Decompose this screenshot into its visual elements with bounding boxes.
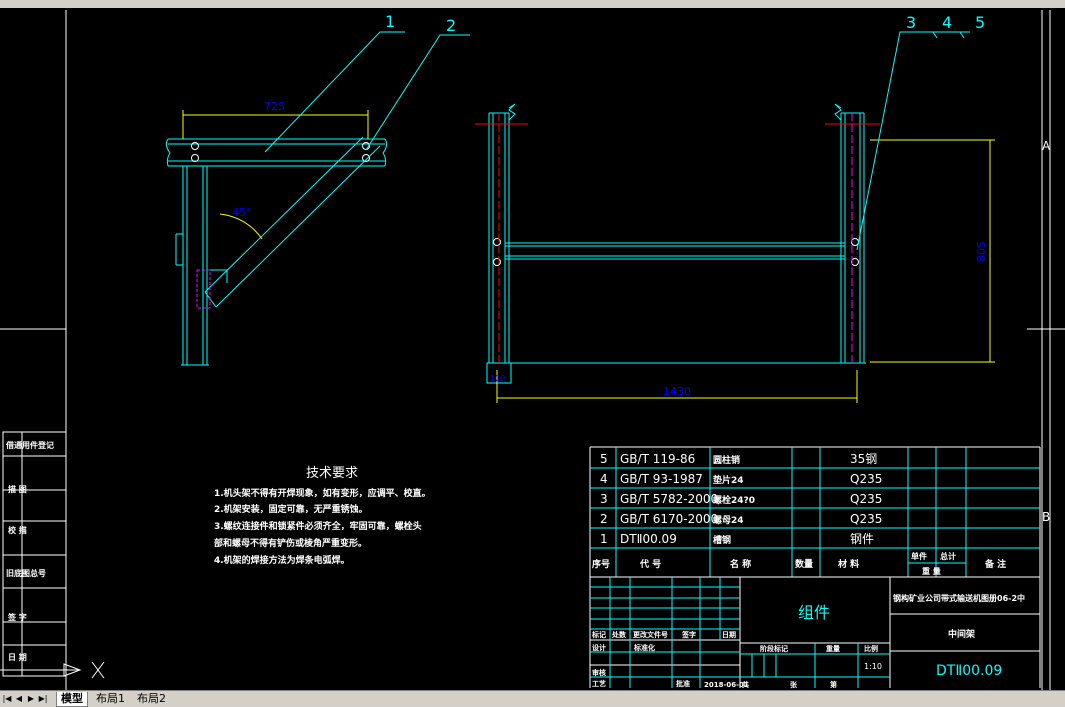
dim-angle: 45° [232, 206, 252, 219]
tb-stage: 阶段标记 [760, 644, 788, 653]
front-view [486, 103, 866, 384]
drawing-border [0, 10, 1065, 690]
balloon-5: 5 [975, 13, 985, 32]
tb-datelbl: 日期 [722, 630, 736, 639]
tech-line-4: 部和螺母不得有铲伤或棱角严重变形。 [214, 537, 367, 549]
bom-cell-material: Q235 [850, 512, 882, 526]
balloon-2: 2 [446, 16, 456, 35]
bom-cell-code: GB/T 119-86 [620, 452, 695, 466]
next-tab-icon[interactable]: ▶ [26, 693, 36, 704]
tech-line-3: 3.螺纹连接件和锁紧件必须齐全，牢固可靠，螺栓头 [214, 520, 422, 532]
bom-cell-name: 螺栓24?0 [713, 494, 755, 506]
tb-company: 钢构矿业公司带式输送机图册06-2中 [893, 593, 1025, 603]
first-tab-icon[interactable]: |◀ [2, 693, 12, 704]
bom-cell-name: 螺母24 [713, 514, 744, 526]
prev-tab-icon[interactable]: ◀ [14, 693, 24, 704]
bom-cell-no: 2 [600, 512, 608, 526]
bom-rows: 5 GB/T 119-86 圆柱销 35钢 4 GB/T 93-1987 垫片24 Q235 3… [600, 452, 882, 546]
bom-h-unit: 单件 [911, 551, 927, 561]
bom-h-remark: 备 注 [984, 558, 1006, 570]
bom-h-total: 总计 [940, 551, 956, 561]
balloon-1: 1 [385, 12, 395, 31]
window-top-strip [0, 0, 1065, 8]
bom-h-name: 名 称 [730, 558, 751, 570]
side-dimension-725 [182, 110, 369, 240]
bom-cell-no: 3 [600, 492, 608, 506]
tb-scalelbl: 比例 [864, 644, 878, 653]
dim-805: 805 [975, 241, 988, 262]
left-info-strip [2, 431, 67, 677]
bom-cell-material: 钢件 [850, 532, 874, 546]
strip-label-5: 签 字 [7, 612, 27, 622]
balloon-3: 3 [906, 13, 916, 32]
tb-craft: 工艺 [592, 679, 606, 688]
bom-h-qty: 数量 [795, 558, 813, 570]
bom-h-code: 代 号 [639, 558, 661, 570]
tb-std: 标准化 [633, 643, 655, 652]
tb-code: DTⅡ00.09 [936, 663, 1002, 679]
tech-line-1: 1.机头架不得有开焊现象，如有变形，应调平、校直。 [214, 487, 431, 499]
tab-layout1[interactable]: 布局1 [92, 692, 129, 706]
bom-cell-code: GB/T 5782-2000 [620, 492, 718, 506]
dim-100: 100 [490, 374, 505, 383]
bom-cell-code: DTⅡ00.09 [620, 532, 677, 546]
tb-group: 中间架 [948, 628, 975, 640]
tb-approve: 批准 [676, 679, 690, 688]
tb-count: 处数 [611, 630, 627, 639]
bom-cell-name: 垫片24 [713, 474, 744, 486]
bom-cell-name: 槽钢 [713, 534, 731, 546]
tb-drawing-name: 组件 [798, 603, 830, 622]
strip-label-2: 描 图 [8, 484, 27, 494]
strip-label-1: 借通用件登记 [5, 440, 54, 450]
tb-scale-value: 1:10 [864, 662, 882, 671]
bom-cell-code: GB/T 6170-2000 [620, 512, 718, 526]
balloon-leaders-3-4-5 [856, 31, 970, 251]
bom-cell-code: GB/T 93-1987 [620, 472, 703, 486]
tab-layout2[interactable]: 布局2 [133, 692, 170, 706]
bom-h-no: 序号 [592, 558, 610, 570]
bom-h-material: 材 料 [837, 558, 859, 570]
strip-label-4: 旧底图总号 [6, 568, 46, 578]
layout-tab-bar: |◀ ◀ ▶ ▶| 模型 布局1 布局2 [0, 690, 1065, 707]
tab-model[interactable]: 模型 [56, 692, 88, 707]
tb-design: 设计 [592, 643, 606, 652]
tb-mark: 标记 [591, 630, 606, 639]
tb-sign: 签字 [681, 630, 696, 639]
zone-letter-b: B [1042, 510, 1050, 524]
cad-drawing-area[interactable]: A B 借通用件登记 描 图 校 描 旧底图总号 签 字 日 期 725 45°… [0, 8, 1065, 690]
strip-label-6: 日 期 [8, 652, 27, 662]
balloon-4: 4 [942, 13, 952, 32]
side-view [165, 136, 388, 366]
dim-1430: 1430 [663, 385, 691, 398]
tb-date-value: 2018-06-01 [704, 681, 749, 689]
tb-zone: 更改文件号 [633, 630, 668, 639]
tech-title: 技术要求 [306, 466, 358, 481]
bom-cell-material: 35钢 [850, 452, 877, 466]
strip-label-3: 校 描 [8, 525, 27, 535]
front-dimensions [496, 139, 995, 403]
front-centerlines [475, 113, 880, 363]
tech-line-2: 2.机架安装，固定可靠，无严重锈蚀。 [214, 503, 368, 515]
tb-check: 审核 [592, 668, 606, 677]
bom-cell-no: 4 [600, 472, 608, 486]
dim-725: 725 [264, 100, 285, 113]
tb-weight: 重量 [826, 644, 840, 653]
bom-cell-material: Q235 [850, 472, 882, 486]
zone-letter-a: A [1042, 139, 1051, 153]
bom-h-weight: 重 量 [922, 566, 941, 576]
bom-cell-material: Q235 [850, 492, 882, 506]
tb-page: 第 [830, 680, 837, 689]
last-tab-icon[interactable]: ▶| [38, 693, 48, 704]
bom-cell-no: 5 [600, 452, 608, 466]
tech-line-5: 4.机架的焊接方法为焊条电弧焊。 [214, 554, 350, 566]
bom-cell-name: 圆柱销 [713, 454, 740, 466]
tb-of: 张 [790, 680, 798, 689]
bom-cell-no: 1 [600, 532, 608, 546]
